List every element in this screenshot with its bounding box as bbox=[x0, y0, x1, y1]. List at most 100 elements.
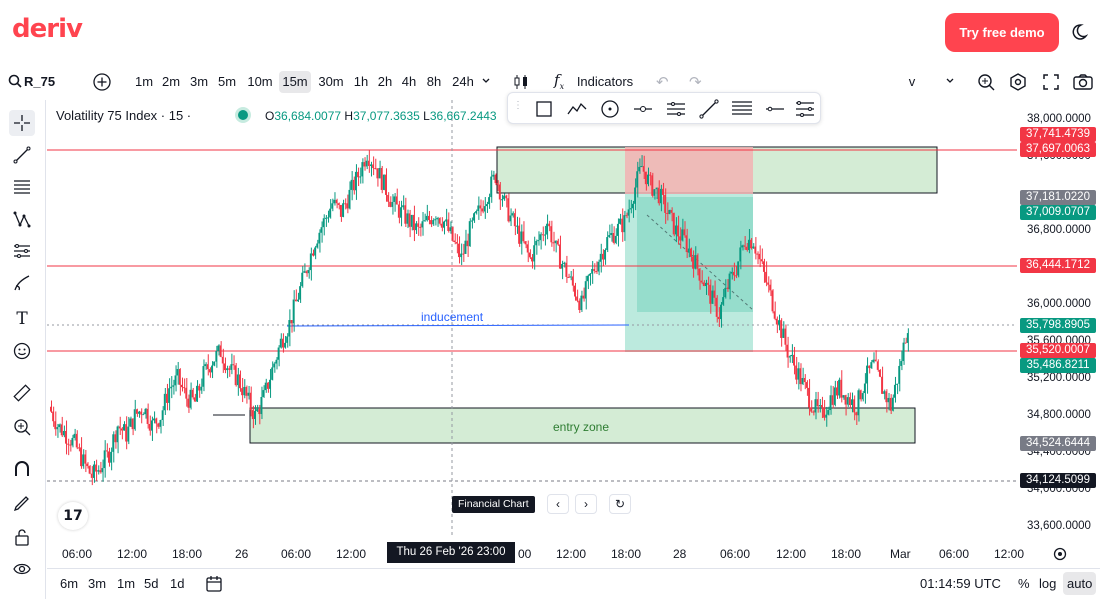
range-5d[interactable]: 5d bbox=[144, 576, 158, 591]
settings-icon[interactable] bbox=[1008, 72, 1028, 92]
horizontal-ray-icon[interactable] bbox=[632, 98, 654, 120]
candles-icon[interactable] bbox=[511, 72, 531, 92]
candle-body bbox=[464, 240, 467, 254]
auto-toggle[interactable]: auto bbox=[1063, 572, 1097, 595]
time-tick: 28 bbox=[673, 547, 687, 561]
interval-5m[interactable]: 5m bbox=[214, 71, 240, 93]
pencil-tool-icon[interactable] bbox=[9, 490, 35, 516]
fullscreen-icon[interactable] bbox=[1041, 72, 1061, 92]
search-icon[interactable] bbox=[8, 74, 22, 88]
deriv-logo[interactable]: deriv bbox=[12, 14, 83, 44]
candle-body bbox=[859, 390, 862, 400]
redo-icon[interactable]: ↷ bbox=[689, 73, 702, 91]
interval-2h[interactable]: 2h bbox=[374, 71, 396, 93]
tradingview-logo-icon[interactable]: 17 bbox=[58, 502, 88, 530]
price-label: 36,444.1712 bbox=[1020, 258, 1096, 273]
eye-icon[interactable] bbox=[9, 556, 35, 582]
lock-icon[interactable] bbox=[9, 524, 35, 550]
try-free-demo-button[interactable]: Try free demo bbox=[945, 13, 1059, 52]
candle-body bbox=[75, 433, 78, 448]
candle-body bbox=[872, 359, 875, 363]
symbol-search[interactable]: R_75 bbox=[24, 71, 64, 93]
camera-icon[interactable] bbox=[1072, 72, 1094, 92]
drag-handle-icon[interactable]: ⋮ bbox=[513, 100, 523, 111]
parallel-channel-icon[interactable] bbox=[794, 98, 816, 120]
interval-3m[interactable]: 3m bbox=[186, 71, 212, 93]
candle-body bbox=[831, 395, 834, 405]
high-label: H bbox=[344, 109, 354, 123]
interval-30m[interactable]: 30m bbox=[314, 71, 348, 93]
compare-add-icon[interactable] bbox=[92, 72, 112, 92]
candle-body bbox=[773, 311, 776, 319]
candle-body bbox=[352, 179, 355, 191]
trendline-tool-icon[interactable] bbox=[9, 142, 35, 168]
circle-tool-icon[interactable] bbox=[599, 98, 621, 120]
candle-body bbox=[374, 168, 376, 170]
interval-8h[interactable]: 8h bbox=[423, 71, 445, 93]
range-6m[interactable]: 6m bbox=[60, 576, 78, 591]
percent-toggle[interactable]: % bbox=[1018, 576, 1030, 591]
log-toggle[interactable]: log bbox=[1039, 576, 1056, 591]
candle-body bbox=[511, 213, 514, 216]
chevron-down-icon[interactable] bbox=[945, 76, 955, 86]
bottom-bar: 01:14:59 UTC % log auto 6m 3m 1m 5d 1d bbox=[47, 568, 1100, 599]
fib-levels-icon[interactable] bbox=[731, 98, 753, 120]
candle-body bbox=[851, 399, 853, 405]
reset-chart-button[interactable]: ↻ bbox=[609, 494, 631, 514]
interval-10m[interactable]: 10m bbox=[245, 71, 275, 93]
utc-clock[interactable]: 01:14:59 UTC bbox=[920, 576, 1001, 591]
calendar-range-icon[interactable] bbox=[205, 575, 223, 593]
fib-tool-icon[interactable] bbox=[9, 174, 35, 200]
ruler-tool-icon[interactable] bbox=[9, 380, 35, 406]
candle-body bbox=[391, 201, 393, 207]
interval-24h[interactable]: 24h bbox=[449, 71, 477, 93]
time-tick: 06:00 bbox=[939, 547, 970, 561]
zoom-tool-icon[interactable] bbox=[9, 414, 35, 440]
range-1d[interactable]: 1d bbox=[170, 576, 184, 591]
scroll-right-button[interactable]: › bbox=[575, 494, 597, 514]
undo-icon[interactable]: ↶ bbox=[656, 73, 669, 91]
price-tick: 36,000.0000 bbox=[1027, 298, 1091, 310]
candle-body bbox=[644, 171, 647, 185]
candle-body bbox=[176, 369, 179, 376]
interval-15m[interactable]: 15m bbox=[279, 71, 311, 93]
pattern-tool-icon[interactable] bbox=[9, 206, 35, 232]
channel-tool-icon[interactable] bbox=[665, 98, 687, 120]
text-tool-icon[interactable]: T bbox=[9, 306, 35, 332]
range-1m[interactable]: 1m bbox=[117, 576, 135, 591]
brush-tool-icon[interactable] bbox=[9, 270, 35, 296]
chevron-down-icon[interactable] bbox=[481, 76, 491, 86]
candle-body bbox=[833, 387, 836, 405]
interval-1m[interactable]: 1m bbox=[131, 71, 157, 93]
indicators-button[interactable]: Indicators bbox=[574, 71, 636, 93]
zoom-in-icon[interactable] bbox=[976, 72, 996, 92]
chart-legend-title[interactable]: Volatility 75 Index · 15 · bbox=[56, 108, 191, 123]
forecast-tool-icon[interactable] bbox=[9, 238, 35, 264]
candle-body bbox=[430, 220, 432, 225]
short-target-inner bbox=[637, 197, 753, 312]
ray-tool-icon[interactable] bbox=[764, 98, 786, 120]
price-chart[interactable]: inducement entry zone bbox=[47, 100, 1100, 538]
candle-body bbox=[580, 295, 582, 311]
path-tool-icon[interactable] bbox=[566, 98, 588, 120]
candle-body bbox=[301, 272, 303, 287]
chart-style-select[interactable]: v bbox=[904, 71, 920, 93]
candle-body bbox=[129, 418, 132, 427]
scroll-left-button[interactable]: ‹ bbox=[547, 494, 569, 514]
candle-body bbox=[683, 229, 686, 236]
line-tool-icon[interactable] bbox=[698, 98, 720, 120]
range-3m[interactable]: 3m bbox=[88, 576, 106, 591]
interval-1h[interactable]: 1h bbox=[350, 71, 372, 93]
indicators-icon[interactable]: fx bbox=[554, 71, 564, 91]
magnet-tool-icon[interactable] bbox=[9, 456, 35, 482]
interval-4h[interactable]: 4h bbox=[398, 71, 420, 93]
rectangle-tool-icon[interactable] bbox=[533, 98, 555, 120]
emoji-tool-icon[interactable] bbox=[9, 338, 35, 364]
candle-body bbox=[674, 225, 677, 235]
interval-2m[interactable]: 2m bbox=[158, 71, 184, 93]
candle-body bbox=[376, 168, 378, 179]
crosshair-tool-icon[interactable] bbox=[9, 110, 35, 136]
time-settings-icon[interactable] bbox=[1052, 546, 1068, 562]
moon-icon[interactable] bbox=[1068, 22, 1088, 42]
candle-body bbox=[855, 412, 857, 416]
